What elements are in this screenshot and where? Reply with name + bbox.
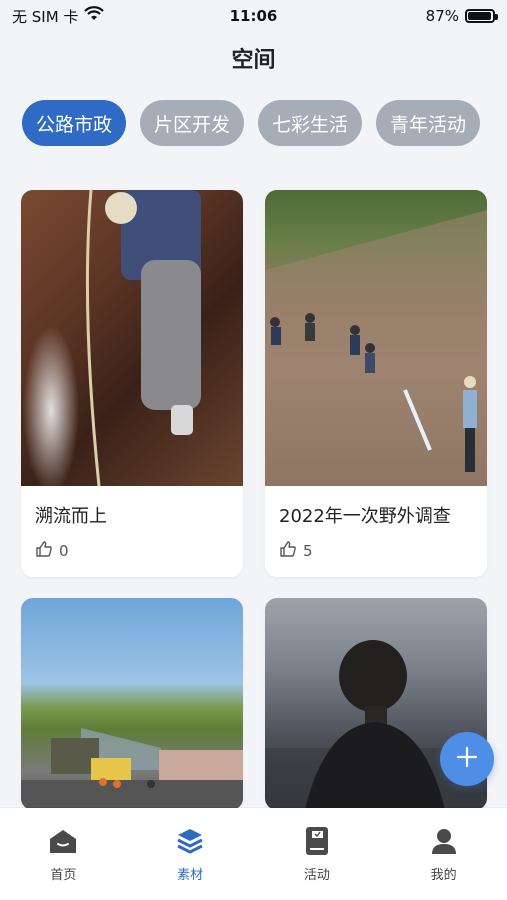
post-image[interactable] bbox=[265, 190, 487, 486]
user-icon bbox=[429, 826, 459, 856]
tab-home[interactable]: 首页 bbox=[18, 826, 108, 883]
layers-icon bbox=[175, 826, 205, 856]
category-chips: 公路市政 片区开发 七彩生活 青年活动 bbox=[22, 100, 481, 146]
battery-percent: 87% bbox=[425, 7, 459, 25]
tab-profile[interactable]: 我的 bbox=[399, 826, 489, 883]
clock: 11:06 bbox=[229, 7, 278, 25]
thumbs-up-icon[interactable] bbox=[279, 540, 297, 562]
like-count: 5 bbox=[303, 542, 313, 560]
post-likes[interactable]: 5 bbox=[265, 530, 487, 562]
post-title: 2022年一次野外调查 bbox=[279, 506, 451, 527]
home-icon bbox=[48, 826, 78, 856]
post-image[interactable] bbox=[21, 598, 243, 810]
status-left: 无 SIM 卡 bbox=[12, 6, 105, 27]
chip-category-2[interactable]: 七彩生活 bbox=[258, 100, 363, 146]
post-title: 溯流而上 bbox=[35, 506, 107, 527]
like-count: 0 bbox=[59, 542, 69, 560]
post-card[interactable] bbox=[21, 598, 243, 810]
carrier-label: 无 SIM 卡 bbox=[12, 7, 79, 26]
post-image[interactable] bbox=[21, 190, 243, 486]
wifi-icon bbox=[84, 6, 105, 26]
status-right: 87% bbox=[425, 7, 498, 25]
post-card[interactable]: 2022年一次野外调查 5 bbox=[265, 190, 487, 577]
battery-icon bbox=[465, 9, 498, 23]
add-post-button[interactable] bbox=[440, 732, 494, 786]
page-title: 空间 bbox=[231, 48, 276, 73]
bottom-tab-bar: 首页 素材 活动 我的 bbox=[0, 808, 507, 900]
post-card[interactable]: 溯流而上 0 bbox=[21, 190, 243, 577]
tab-label: 首页 bbox=[50, 868, 77, 883]
tab-materials[interactable]: 素材 bbox=[145, 826, 235, 883]
post-likes[interactable]: 0 bbox=[21, 530, 243, 562]
chip-category-3[interactable]: 青年活动 bbox=[376, 100, 481, 146]
plus-icon bbox=[455, 745, 479, 773]
tab-activities[interactable]: 活动 bbox=[272, 826, 362, 883]
tab-label: 素材 bbox=[177, 868, 204, 883]
chip-category-0[interactable]: 公路市政 bbox=[22, 100, 127, 146]
status-bar: 无 SIM 卡 11:06 87% bbox=[0, 0, 507, 32]
thumbs-up-icon[interactable] bbox=[35, 540, 53, 562]
chip-category-1[interactable]: 片区开发 bbox=[140, 100, 245, 146]
book-icon bbox=[302, 826, 332, 856]
tab-label: 我的 bbox=[430, 868, 457, 883]
tab-label: 活动 bbox=[303, 868, 330, 883]
battery-fill bbox=[468, 12, 491, 20]
